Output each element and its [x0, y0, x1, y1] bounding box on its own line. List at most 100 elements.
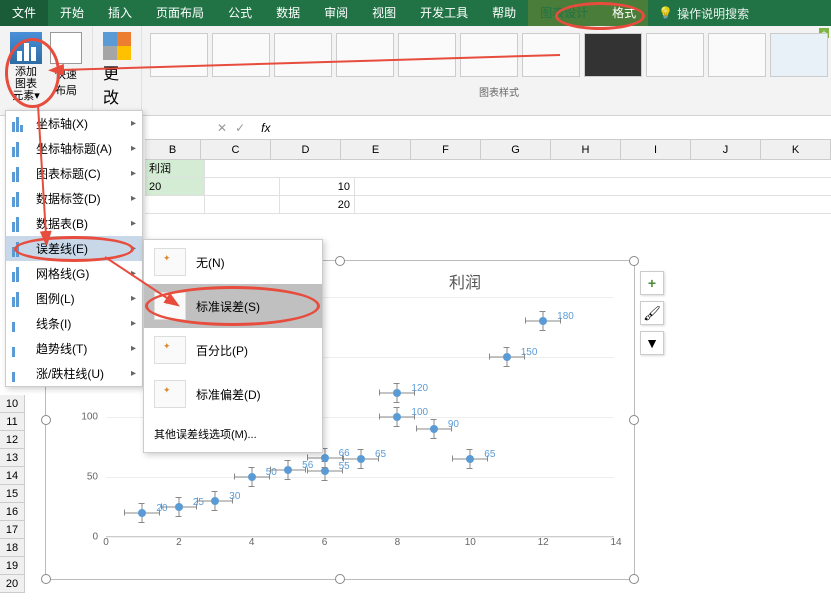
error-bars-none[interactable]: 无(N) [144, 240, 322, 284]
resize-handle-tm[interactable] [335, 256, 345, 266]
data-point[interactable] [503, 353, 511, 361]
menu-gridlines[interactable]: 网格线(G)▸ [6, 261, 142, 286]
col-d[interactable]: D [271, 140, 341, 159]
quick-layout-button[interactable]: 快速布局 [46, 28, 86, 106]
menu-axis-titles[interactable]: 坐标轴标题(A)▸ [6, 136, 142, 161]
row-13[interactable]: 13 [0, 449, 24, 467]
chart-filter-button[interactable]: ▼ [640, 331, 664, 355]
resize-handle-bl[interactable] [41, 574, 51, 584]
data-label: 150 [521, 347, 538, 358]
chart-style-3[interactable] [274, 33, 332, 77]
error-bars-percentage[interactable]: 百分比(P) [144, 328, 322, 372]
enter-icon[interactable]: ✓ [235, 121, 245, 135]
fx-icon[interactable]: fx [261, 121, 270, 135]
chart-style-9[interactable] [646, 33, 704, 77]
chart-style-10[interactable] [708, 33, 766, 77]
cell-b1[interactable]: 利润 [145, 160, 205, 177]
col-h[interactable]: H [551, 140, 621, 159]
chart-style-8[interactable] [584, 33, 642, 77]
resize-handle-ml[interactable] [41, 415, 51, 425]
chart-style-1[interactable] [150, 33, 208, 77]
data-point[interactable] [430, 425, 438, 433]
chart-style-11[interactable] [770, 33, 828, 77]
menu-axes[interactable]: 坐标轴(X)▸ [6, 111, 142, 136]
data-label: 66 [339, 448, 350, 459]
menu-data-labels[interactable]: 数据标签(D)▸ [6, 186, 142, 211]
tab-home[interactable]: 开始 [48, 0, 96, 26]
resize-handle-tr[interactable] [629, 256, 639, 266]
resize-handle-mr[interactable] [629, 415, 639, 425]
data-point[interactable] [284, 466, 292, 474]
chart-style-6[interactable] [460, 33, 518, 77]
col-i[interactable]: I [621, 140, 691, 159]
row-20[interactable]: 20 [0, 575, 24, 593]
data-point[interactable] [539, 317, 547, 325]
col-e[interactable]: E [341, 140, 411, 159]
menu-chart-title[interactable]: 图表标题(C)▸ [6, 161, 142, 186]
menu-lines[interactable]: 线条(I)▸ [6, 311, 142, 336]
data-point[interactable] [211, 497, 219, 505]
add-chart-element-button[interactable]: + 添加图表元素▾ [6, 28, 46, 106]
chart-styles-button[interactable]: 🖌 [640, 301, 664, 325]
col-k[interactable]: K [761, 140, 831, 159]
tab-developer[interactable]: 开发工具 [408, 0, 480, 26]
tell-me-search[interactable]: 💡 操作说明搜索 [658, 5, 749, 22]
tab-page-layout[interactable]: 页面布局 [144, 0, 216, 26]
row-18[interactable]: 18 [0, 539, 24, 557]
tab-formulas[interactable]: 公式 [216, 0, 264, 26]
add-chart-element-menu: 坐标轴(X)▸ 坐标轴标题(A)▸ 图表标题(C)▸ 数据标签(D)▸ 数据表(… [5, 110, 143, 387]
cell-d2[interactable]: 10 [280, 178, 355, 195]
cell-d3[interactable]: 20 [280, 196, 355, 213]
col-c[interactable]: C [201, 140, 271, 159]
menu-up-down-bars[interactable]: 涨/跌柱线(U)▸ [6, 361, 142, 386]
col-g[interactable]: G [481, 140, 551, 159]
tab-review[interactable]: 审阅 [312, 0, 360, 26]
cell-b2[interactable]: 20 [145, 178, 205, 195]
color-palette-icon [103, 32, 131, 60]
tab-data[interactable]: 数据 [264, 0, 312, 26]
row-10[interactable]: 10 [0, 395, 24, 413]
tab-view[interactable]: 视图 [360, 0, 408, 26]
resize-handle-bm[interactable] [335, 574, 345, 584]
group-chart-layouts: + 添加图表元素▾ 快速布局 [0, 26, 93, 115]
tab-chart-design[interactable]: 图表设计 [528, 0, 600, 26]
data-point[interactable] [393, 413, 401, 421]
chart-elements-button[interactable]: + [640, 271, 664, 295]
chart-style-7[interactable] [522, 33, 580, 77]
data-point[interactable] [357, 455, 365, 463]
tab-help[interactable]: 帮助 [480, 0, 528, 26]
tab-format[interactable]: 格式 [600, 0, 648, 26]
menu-error-bars[interactable]: 误差线(E)▸ [6, 236, 142, 261]
resize-handle-br[interactable] [629, 574, 639, 584]
row-12[interactable]: 12 [0, 431, 24, 449]
col-j[interactable]: J [691, 140, 761, 159]
data-point[interactable] [138, 509, 146, 517]
data-point[interactable] [393, 389, 401, 397]
chart-style-2[interactable] [212, 33, 270, 77]
data-point[interactable] [466, 455, 474, 463]
error-bars-standard-error[interactable]: 标准误差(S) [144, 284, 322, 328]
tab-file[interactable]: 文件 [0, 0, 48, 26]
data-point[interactable] [321, 467, 329, 475]
row-17[interactable]: 17 [0, 521, 24, 539]
chart-styles-gallery: ▾ 图表样式 [142, 26, 831, 115]
data-point[interactable] [175, 503, 183, 511]
row-11[interactable]: 11 [0, 413, 24, 431]
menu-data-table[interactable]: 数据表(B)▸ [6, 211, 142, 236]
error-bars-more-options[interactable]: 其他误差线选项(M)... [144, 416, 322, 452]
row-15[interactable]: 15 [0, 485, 24, 503]
row-14[interactable]: 14 [0, 467, 24, 485]
row-19[interactable]: 19 [0, 557, 24, 575]
menu-legend[interactable]: 图例(L)▸ [6, 286, 142, 311]
menu-trendline[interactable]: 趋势线(T)▸ [6, 336, 142, 361]
col-f[interactable]: F [411, 140, 481, 159]
col-b[interactable]: B [145, 140, 201, 159]
chart-style-5[interactable] [398, 33, 456, 77]
data-point[interactable] [248, 473, 256, 481]
cancel-icon[interactable]: ✕ [217, 121, 227, 135]
tab-insert[interactable]: 插入 [96, 0, 144, 26]
error-bars-std-dev[interactable]: 标准偏差(D) [144, 372, 322, 416]
row-16[interactable]: 16 [0, 503, 24, 521]
chart-style-4[interactable] [336, 33, 394, 77]
data-point[interactable] [321, 454, 329, 462]
